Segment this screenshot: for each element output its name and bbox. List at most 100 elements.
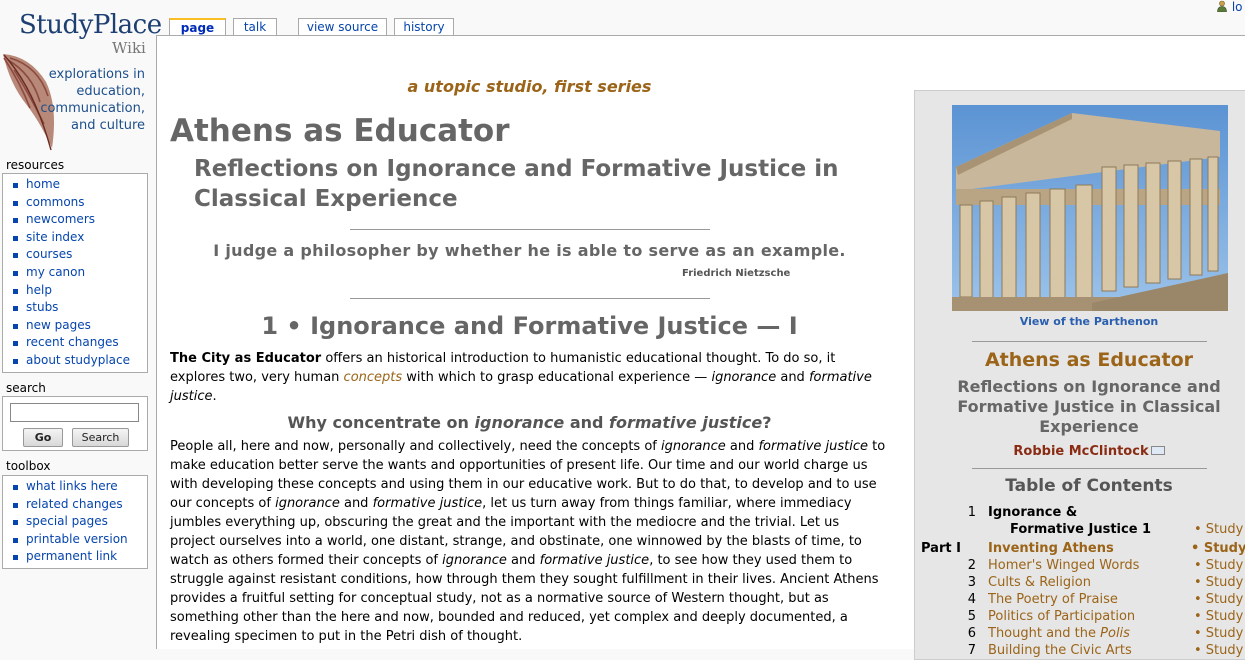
- nav-courses[interactable]: courses: [11, 246, 147, 264]
- nav-link[interactable]: courses: [26, 247, 72, 261]
- toc-study-link[interactable]: • Study: [1191, 541, 1245, 556]
- toc-label-line: Ignorance &: [988, 505, 1078, 520]
- nav-my-canon[interactable]: my canon: [11, 264, 147, 282]
- content-area: a utopic studio, first series Athens as …: [156, 35, 1245, 660]
- search-button[interactable]: Search: [72, 428, 129, 447]
- subsection-heading: Why concentrate on ignorance and formati…: [157, 413, 902, 432]
- em: formative justice: [609, 413, 763, 432]
- text: and: [564, 413, 610, 432]
- nav-link[interactable]: site index: [26, 230, 84, 244]
- photo-caption[interactable]: View of the Parthenon: [915, 315, 1245, 328]
- nav-link[interactable]: commons: [26, 195, 85, 209]
- em: ignorance: [275, 496, 340, 511]
- divider: [350, 298, 710, 299]
- logo-name: StudyPlace: [19, 10, 162, 40]
- tool-printable-version[interactable]: printable version: [11, 531, 147, 549]
- intro-bold: The City as Educator: [170, 351, 322, 366]
- toc-title: Table of Contents: [1005, 476, 1173, 496]
- toc-study-link[interactable]: • Study: [1194, 609, 1243, 624]
- tab-history[interactable]: history: [394, 18, 454, 36]
- toc-number: 2: [967, 558, 976, 573]
- user-login-link[interactable]: lo: [1216, 0, 1243, 14]
- resources-title: resources: [6, 158, 65, 172]
- toc-label[interactable]: Ignorance & Formative Justice 1: [988, 504, 1151, 538]
- tool-link[interactable]: permanent link: [26, 549, 117, 563]
- toc-number: 7: [967, 643, 976, 658]
- nav-link[interactable]: about studyplace: [26, 353, 130, 367]
- author-line: Robbie McClintock: [915, 444, 1245, 459]
- parthenon-photo[interactable]: [952, 105, 1228, 311]
- tool-link[interactable]: special pages: [26, 514, 108, 528]
- tool-what-links-here[interactable]: what links here: [11, 478, 147, 496]
- toc-label[interactable]: Inventing Athens: [988, 541, 1114, 556]
- epigraph-quote: I judge a philosopher by whether he is a…: [213, 241, 846, 260]
- toc-number: 4: [967, 592, 976, 607]
- page-title: Athens as Educator: [170, 113, 510, 149]
- nav-help[interactable]: help: [11, 282, 147, 300]
- toc-number: 5: [967, 609, 976, 624]
- toc-study-link[interactable]: • Study: [1194, 575, 1243, 590]
- tab-talk[interactable]: talk: [233, 18, 277, 36]
- login-label[interactable]: lo: [1232, 0, 1243, 14]
- toc-label[interactable]: Homer's Winged Words: [988, 558, 1139, 573]
- parthenon-image: [952, 105, 1228, 311]
- toc-label[interactable]: Thought and the Polis: [988, 626, 1130, 641]
- nav-link[interactable]: stubs: [26, 300, 58, 314]
- toc-label-text: Thought and the: [988, 626, 1101, 641]
- nav-site-index[interactable]: site index: [11, 229, 147, 247]
- toc-study-link[interactable]: • Study: [1194, 522, 1243, 537]
- text: and: [339, 496, 373, 511]
- text: Why concentrate on: [287, 413, 475, 432]
- search-portlet: Go Search: [2, 396, 148, 451]
- email-icon[interactable]: [1150, 446, 1165, 455]
- toc-study-link[interactable]: • Study: [1194, 558, 1243, 573]
- tool-special-pages[interactable]: special pages: [11, 513, 147, 531]
- em: formative justice: [539, 553, 650, 568]
- tool-link[interactable]: related changes: [26, 497, 123, 511]
- toc-label[interactable]: The Poetry of Praise: [988, 592, 1118, 607]
- nav-new-pages[interactable]: new pages: [11, 317, 147, 335]
- em: ignorance: [474, 413, 565, 432]
- em: ignorance: [711, 370, 777, 385]
- toolbox-list: what links here related changes special …: [3, 476, 147, 568]
- resources-list: home commons newcomers site index course…: [3, 174, 147, 372]
- concepts-link[interactable]: concepts: [344, 370, 403, 385]
- toc-study-link[interactable]: • Study: [1194, 626, 1243, 641]
- infobox: View of the Parthenon Athens as Educator…: [914, 90, 1245, 660]
- search-input[interactable]: [10, 403, 139, 422]
- author-link[interactable]: Robbie McClintock: [1013, 444, 1148, 459]
- nav-newcomers[interactable]: newcomers: [11, 211, 147, 229]
- text: People all, here and now, personally and…: [170, 439, 661, 454]
- toc-label-line: Formative Justice 1: [1010, 522, 1152, 537]
- nav-link[interactable]: newcomers: [26, 212, 95, 226]
- site-logo[interactable]: StudyPlace Wiki explorations in educatio…: [0, 0, 162, 156]
- nav-link[interactable]: home: [26, 177, 60, 191]
- nav-link[interactable]: recent changes: [26, 335, 119, 349]
- nav-commons[interactable]: commons: [11, 194, 147, 212]
- logo-wiki: Wiki: [112, 39, 146, 57]
- toc-label[interactable]: Cults & Religion: [988, 575, 1091, 590]
- toolbox-title: toolbox: [6, 459, 51, 473]
- epigraph-author: Friedrich Nietzsche: [682, 268, 791, 279]
- tool-link[interactable]: what links here: [26, 479, 118, 493]
- tool-link[interactable]: printable version: [26, 532, 128, 546]
- toc-study-link[interactable]: • Study: [1194, 643, 1243, 658]
- tool-permanent-link[interactable]: permanent link: [11, 548, 147, 566]
- toc-label-em: Polis: [1100, 626, 1130, 641]
- go-button[interactable]: Go: [23, 428, 63, 447]
- toc-label[interactable]: Building the Civic Arts: [988, 643, 1132, 658]
- divider: [972, 468, 1207, 469]
- nav-stubs[interactable]: stubs: [11, 299, 147, 317]
- divider: [972, 341, 1207, 342]
- nav-about[interactable]: about studyplace: [11, 352, 147, 370]
- toc-study-link[interactable]: • Study: [1194, 592, 1243, 607]
- tab-view-source[interactable]: view source: [298, 18, 387, 36]
- nav-link[interactable]: new pages: [26, 318, 91, 332]
- nav-recent-changes[interactable]: recent changes: [11, 334, 147, 352]
- text: ?: [762, 413, 772, 432]
- toc-label[interactable]: Politics of Participation: [988, 609, 1135, 624]
- tool-related-changes[interactable]: related changes: [11, 496, 147, 514]
- nav-link[interactable]: my canon: [26, 265, 85, 279]
- nav-link[interactable]: help: [26, 283, 52, 297]
- nav-home[interactable]: home: [11, 176, 147, 194]
